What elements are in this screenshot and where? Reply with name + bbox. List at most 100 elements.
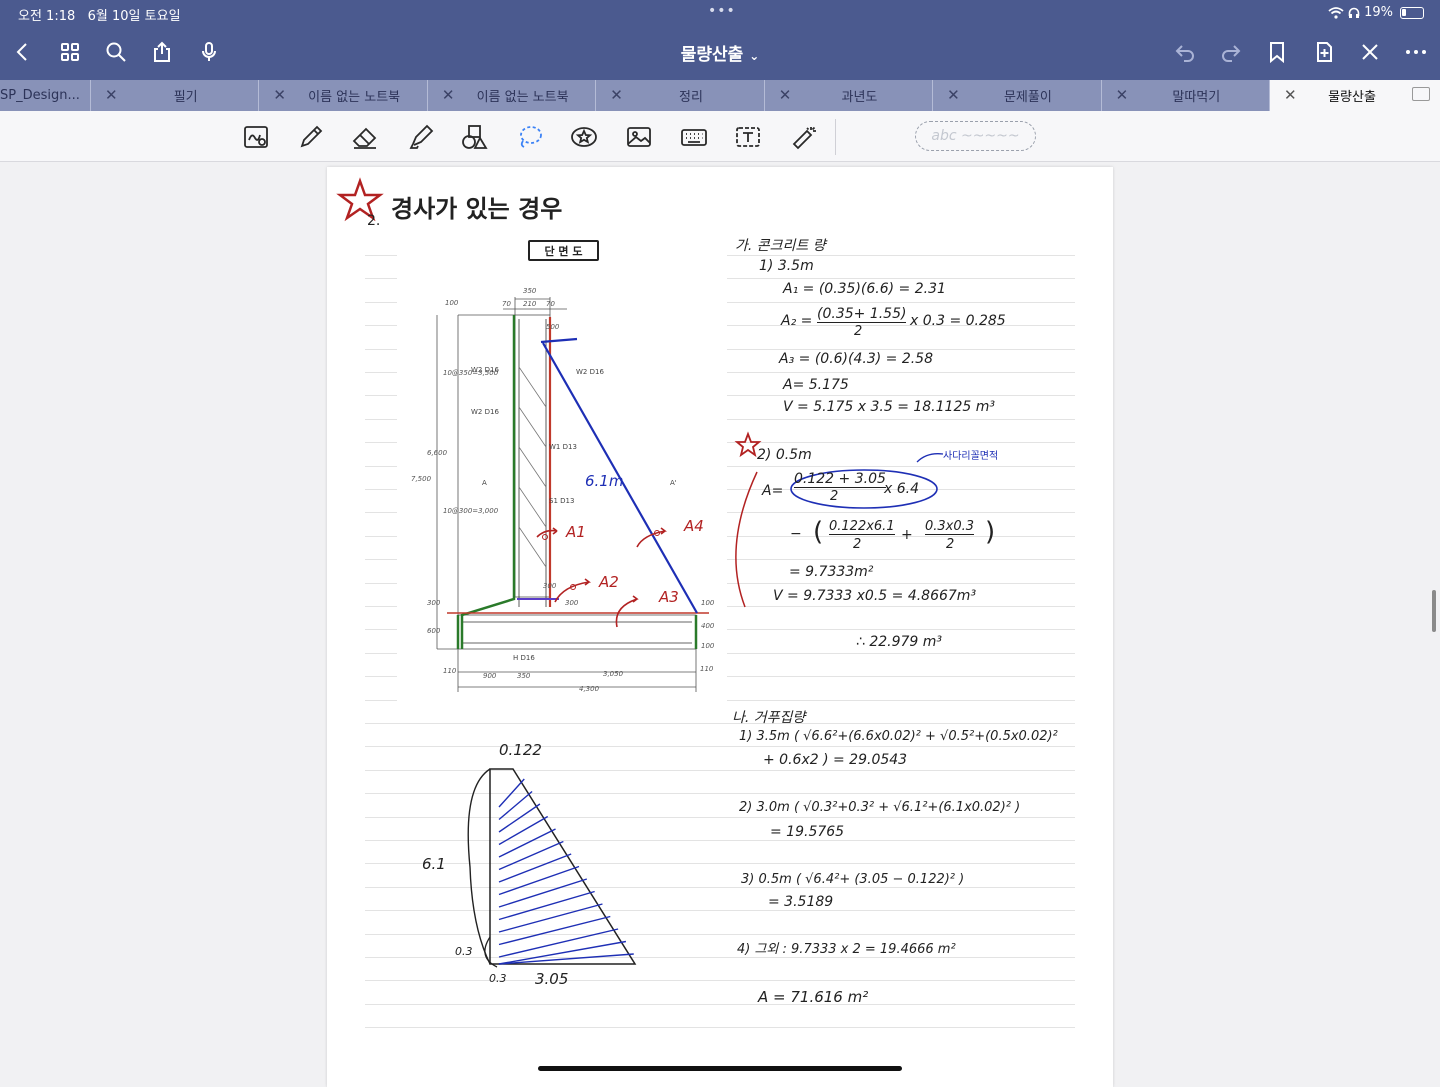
calc-t2-numerator: 0.3x0.3 (925, 519, 975, 535)
label-a3: A3 (659, 588, 679, 606)
tab-close-icon[interactable]: ✕ (1284, 86, 1297, 104)
battery-icon (1400, 6, 1424, 19)
keyboard-icon[interactable] (677, 121, 711, 153)
calc-a-numerator: 0.122 + 3.05 (794, 471, 886, 488)
tab-quantity-calc[interactable]: ✕ 물량산출 (1270, 80, 1440, 111)
calc-a2-numerator: (0.35+ 1.55) (817, 306, 907, 323)
tab-label: SP_Design... (0, 88, 80, 103)
section-na-title: 나. 거푸집량 (732, 710, 806, 726)
hatch-line (498, 878, 588, 908)
scrollbar-thumb[interactable] (1432, 590, 1436, 632)
tab-close-icon[interactable]: ✕ (105, 86, 118, 104)
tab-sp-design[interactable]: SP_Design... (0, 80, 91, 111)
image-icon[interactable] (622, 121, 656, 153)
na-item-3b: = 3.5189 (768, 894, 834, 910)
dim-label: 7,500 (411, 475, 432, 483)
dim-label: 110 (443, 667, 457, 675)
dim-label: 500 (546, 323, 560, 331)
tab-past-years[interactable]: ✕ 과년도 (765, 80, 934, 111)
tab-close-icon[interactable]: ✕ (1116, 86, 1129, 104)
bookmark-icon[interactable] (1262, 37, 1292, 67)
grid-icon[interactable] (55, 37, 85, 67)
back-icon[interactable] (8, 37, 38, 67)
text-convert-field[interactable]: abc ~~~~~ (915, 121, 1036, 151)
dim-label: 70 (546, 300, 555, 308)
rebar-label: H D16 (513, 654, 535, 662)
ga-item-2: 2) 0.5m (757, 447, 812, 463)
microphone-icon[interactable] (194, 37, 224, 67)
tab-close-icon[interactable]: ✕ (779, 86, 792, 104)
pen-icon[interactable] (294, 121, 328, 153)
add-page-icon[interactable] (1309, 37, 1339, 67)
calc-v2: V = 9.7333 x0.5 = 4.8667m³ (773, 588, 977, 604)
more-icon[interactable] (1401, 37, 1431, 67)
note-canvas[interactable]: 2. 경사가 있는 경우 단 면 도 A1 A2 A3 A4 6.1m 350 … (0, 162, 1440, 1087)
section-marker: A (482, 479, 487, 487)
split-view-icon[interactable] (1411, 87, 1430, 101)
home-indicator (538, 1066, 902, 1071)
toolbar-divider (835, 119, 836, 155)
calc-a2-right: x 0.3 = 0.285 (910, 313, 1006, 329)
redo-icon[interactable] (1216, 37, 1246, 67)
ga-item-1: 1) 3.5m (759, 258, 814, 274)
tab-untitled-notebook-2[interactable]: ✕ 이름 없는 노트북 (428, 80, 597, 111)
tab-malttameokgi[interactable]: ✕ 말따먹기 (1102, 80, 1271, 111)
undo-icon[interactable] (1170, 37, 1200, 67)
na-item-2a: 2) 3.0m ( √0.3²+0.3² + √6.1²+(6.1x0.02)²… (739, 800, 1021, 815)
dim-label: 350 (523, 287, 537, 295)
tab-jeongri[interactable]: ✕ 정리 (596, 80, 765, 111)
na-item-4: 4) 그외 : 9.7333 x 2 = 19.4666 m² (737, 942, 956, 957)
calc-a-denominator: 2 (830, 489, 839, 504)
status-date: 6월 10일 토요일 (87, 9, 181, 24)
close-icon[interactable] (1355, 37, 1385, 67)
highlighter-icon[interactable] (403, 121, 437, 153)
sketch-label-03-bottom: 0.3 (489, 972, 507, 985)
sketch-label-03-left: 0.3 (455, 945, 473, 958)
share-icon[interactable] (147, 37, 177, 67)
status-left: 오전 1:18 6월 10일 토요일 (18, 5, 181, 24)
na-item-2b: = 19.5765 (770, 824, 845, 840)
search-icon[interactable] (101, 37, 131, 67)
dim-label: 900 (483, 672, 497, 680)
tab-bar: SP_Design... ✕ 필기 ✕ 이름 없는 노트북 ✕ 이름 없는 노트북 ✕… (0, 80, 1440, 111)
multitasking-dots-icon[interactable]: ••• (708, 3, 736, 19)
note-page[interactable]: 2. 경사가 있는 경우 단 면 도 A1 A2 A3 A4 6.1m 350 … (327, 167, 1113, 1087)
tab-close-icon[interactable]: ✕ (947, 86, 960, 104)
laser-pointer-icon[interactable] (787, 121, 821, 153)
trapezoid-area-note: 사다리꼴면적 (943, 451, 999, 462)
sticker-icon[interactable] (567, 121, 601, 153)
document-title-button[interactable]: 물량산출 ⌄ (681, 45, 760, 65)
document-title-text: 물량산출 (680, 45, 744, 65)
status-bar: 오전 1:18 6월 10일 토요일 ••• 19% (0, 0, 1440, 26)
textbox-icon[interactable] (731, 121, 765, 153)
calc-t2-denominator: 2 (946, 537, 955, 552)
dim-label: 400 (701, 622, 715, 630)
na-item-1b: + 0.6x2 ) = 29.0543 (763, 752, 908, 768)
section-marker: A' (670, 479, 677, 487)
hatch-line (498, 828, 556, 858)
lasso-icon[interactable] (512, 121, 546, 153)
shapes-icon[interactable] (457, 121, 491, 153)
eraser-icon[interactable] (348, 121, 382, 153)
zoom-box-icon[interactable] (239, 121, 273, 153)
tab-problem-solving[interactable]: ✕ 문제풀이 (933, 80, 1102, 111)
paren-open-icon: ( (813, 517, 824, 547)
calc-t1-denominator: 2 (853, 537, 862, 552)
hatch-line (498, 915, 611, 946)
rebar-label: W2 D16 (471, 408, 499, 416)
tab-pilgi[interactable]: ✕ 필기 (91, 80, 260, 111)
tab-untitled-notebook-1[interactable]: ✕ 이름 없는 노트북 (259, 80, 428, 111)
tab-close-icon[interactable]: ✕ (610, 86, 623, 104)
dim-label: 70 (502, 300, 511, 308)
tab-close-icon[interactable]: ✕ (442, 86, 455, 104)
status-time: 오전 1:18 (18, 9, 76, 24)
label-a4: A4 (684, 517, 704, 535)
dim-label: 210 (523, 300, 537, 308)
tab-close-icon[interactable]: ✕ (273, 86, 286, 104)
dim-label: 4,300 (579, 685, 600, 693)
rebar-label: W2 D16 (576, 368, 604, 376)
calc-a2-denominator: 2 (854, 324, 863, 339)
dim-label: 10@300=3,000 (443, 507, 499, 515)
sketch-label-base: 3.05 (535, 970, 569, 988)
calc-plus: + (901, 527, 913, 543)
